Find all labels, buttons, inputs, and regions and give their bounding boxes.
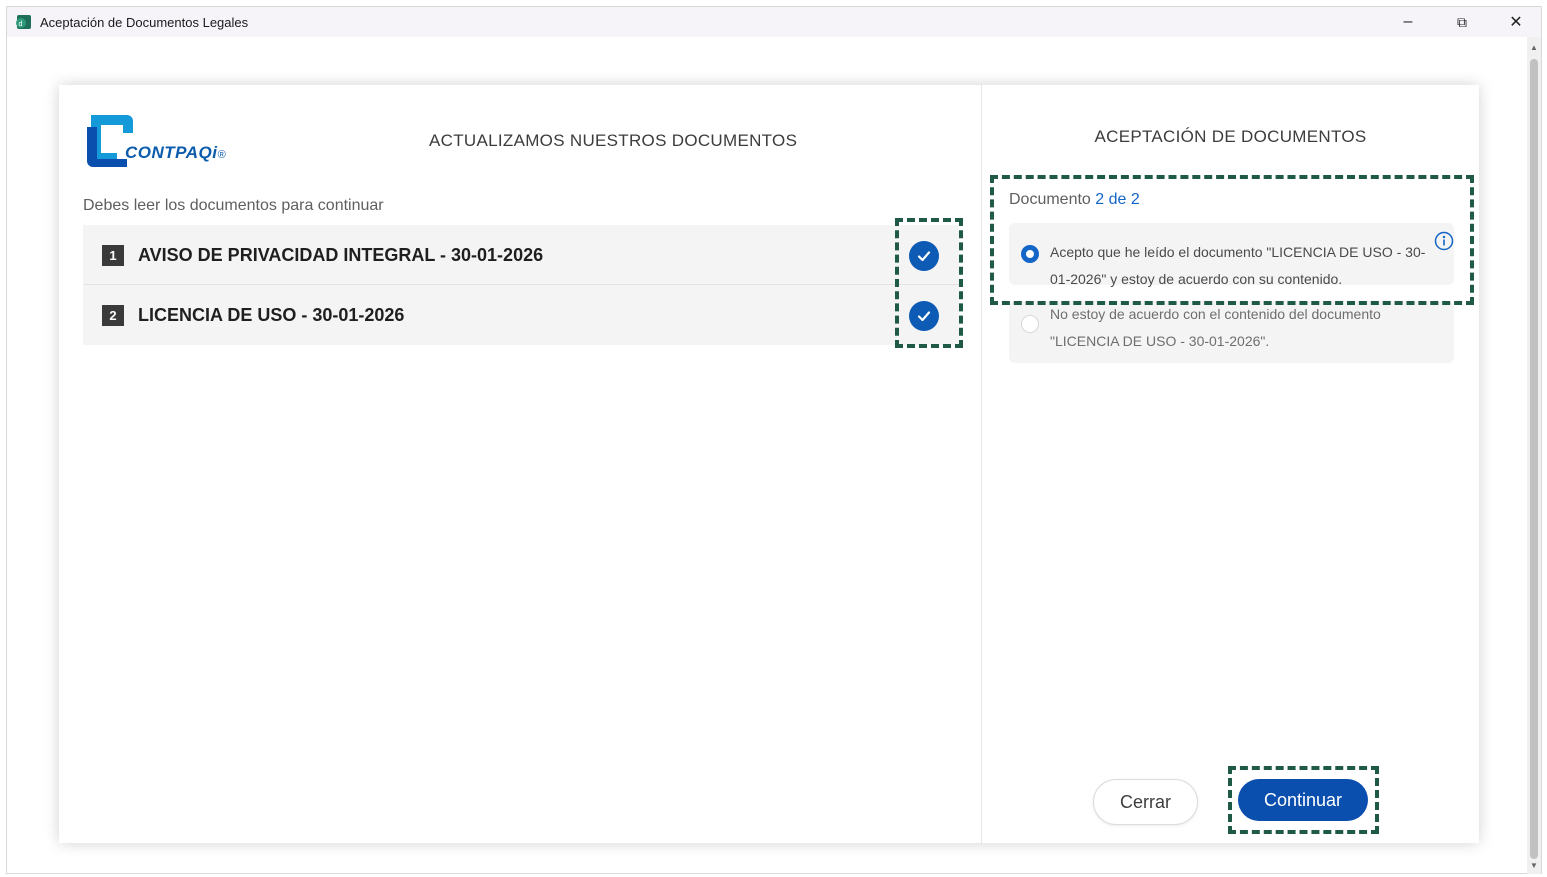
vertical-scrollbar[interactable]: ▲ ▼	[1527, 37, 1541, 874]
svg-text:d: d	[19, 21, 23, 28]
acceptance-panel: ACEPTACIÓN DE DOCUMENTOS Documento 2 de …	[982, 85, 1479, 843]
checks-highlight-box	[895, 218, 963, 348]
right-panel-title: ACEPTACIÓN DE DOCUMENTOS	[1094, 127, 1367, 146]
minimize-icon: –	[1403, 13, 1413, 30]
close-button[interactable]: Cerrar	[1093, 779, 1198, 825]
document-row-aviso[interactable]: 1 AVISO DE PRIVACIDAD INTEGRAL - 30-01-2…	[83, 225, 959, 285]
left-panel-title: ACTUALIZAMOS NUESTROS DOCUMENTOS	[429, 131, 798, 150]
maximize-button[interactable]: ⧉	[1439, 7, 1485, 37]
close-icon: ✕	[1509, 14, 1523, 31]
accept-highlight-box	[990, 175, 1474, 305]
restore-icon: ⧉	[1457, 13, 1467, 30]
scrollbar-thumb[interactable]	[1530, 59, 1538, 859]
legal-documents-card: CONTPAQi® ACTUALIZAMOS NUESTROS DOCUMENT…	[59, 85, 1479, 843]
contpaqi-logo: CONTPAQi®	[83, 109, 253, 169]
continue-highlight-box	[1228, 766, 1379, 834]
app-window: d Aceptación de Documentos Legales – ⧉ ✕…	[6, 6, 1542, 874]
title-bar: d Aceptación de Documentos Legales – ⧉ ✕	[7, 7, 1541, 37]
reject-option-text: No estoy de acuerdo con el contenido del…	[1050, 306, 1381, 349]
app-icon: d	[16, 15, 31, 29]
reject-option[interactable]: No estoy de acuerdo con el contenido del…	[1009, 301, 1454, 363]
documents-list-panel: CONTPAQi® ACTUALIZAMOS NUESTROS DOCUMENT…	[59, 85, 981, 843]
scroll-up-icon[interactable]: ▲	[1530, 43, 1538, 52]
document-row-licencia[interactable]: 2 LICENCIA DE USO - 30-01-2026	[83, 285, 959, 345]
document-label: AVISO DE PRIVACIDAD INTEGRAL - 30-01-202…	[138, 245, 544, 265]
document-label: LICENCIA DE USO - 30-01-2026	[138, 305, 405, 325]
logo-text: CONTPAQi®	[125, 143, 227, 162]
left-panel-subtitle: Debes leer los documentos para continuar	[83, 197, 384, 214]
document-number-badge: 2	[102, 305, 124, 326]
scroll-down-icon[interactable]: ▼	[1530, 861, 1538, 870]
close-window-button[interactable]: ✕	[1493, 7, 1539, 37]
window-title: Aceptación de Documentos Legales	[40, 15, 249, 30]
reject-radio[interactable]	[1021, 315, 1039, 333]
document-number-badge: 1	[102, 245, 124, 266]
minimize-button[interactable]: –	[1385, 7, 1431, 37]
